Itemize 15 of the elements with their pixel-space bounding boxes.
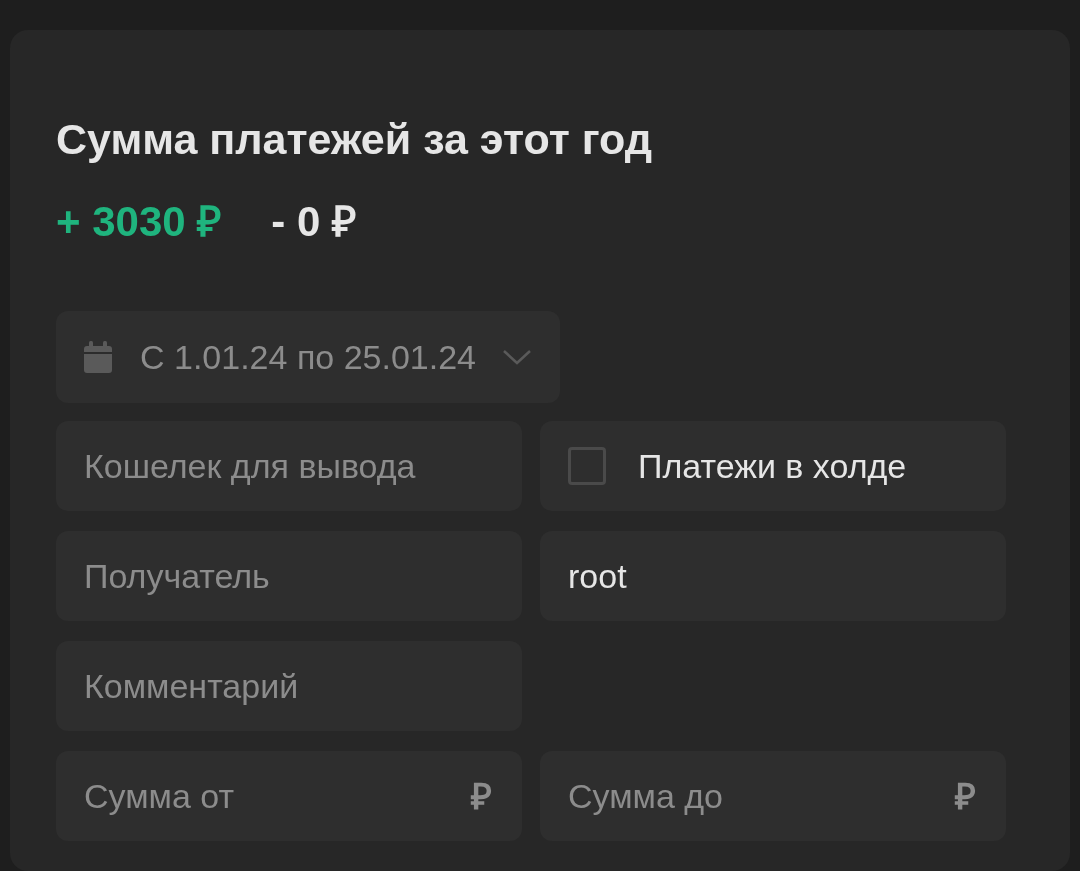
date-range-dropdown[interactable]: С 1.01.24 по 25.01.24	[56, 311, 560, 403]
input-field[interactable]: Получатель	[56, 531, 522, 621]
checkbox[interactable]	[568, 447, 606, 485]
input-field[interactable]: Кошелек для вывода	[56, 421, 522, 511]
calendar-icon	[82, 340, 114, 374]
card-title: Сумма платежей за этот год	[56, 118, 654, 161]
expense-total: - 0 ₽	[271, 201, 356, 243]
income-total: + 3030 ₽	[56, 201, 222, 243]
ruble-sign: ₽	[955, 775, 976, 819]
chevron-down-icon	[502, 349, 532, 365]
input-field[interactable]: root	[540, 531, 1006, 621]
checkbox-field[interactable]: Платежи в холде	[540, 421, 1006, 511]
checkbox-label: Платежи в холде	[638, 446, 907, 486]
input-field[interactable]: Комментарий	[56, 641, 522, 731]
ruble-sign: ₽	[471, 775, 492, 819]
